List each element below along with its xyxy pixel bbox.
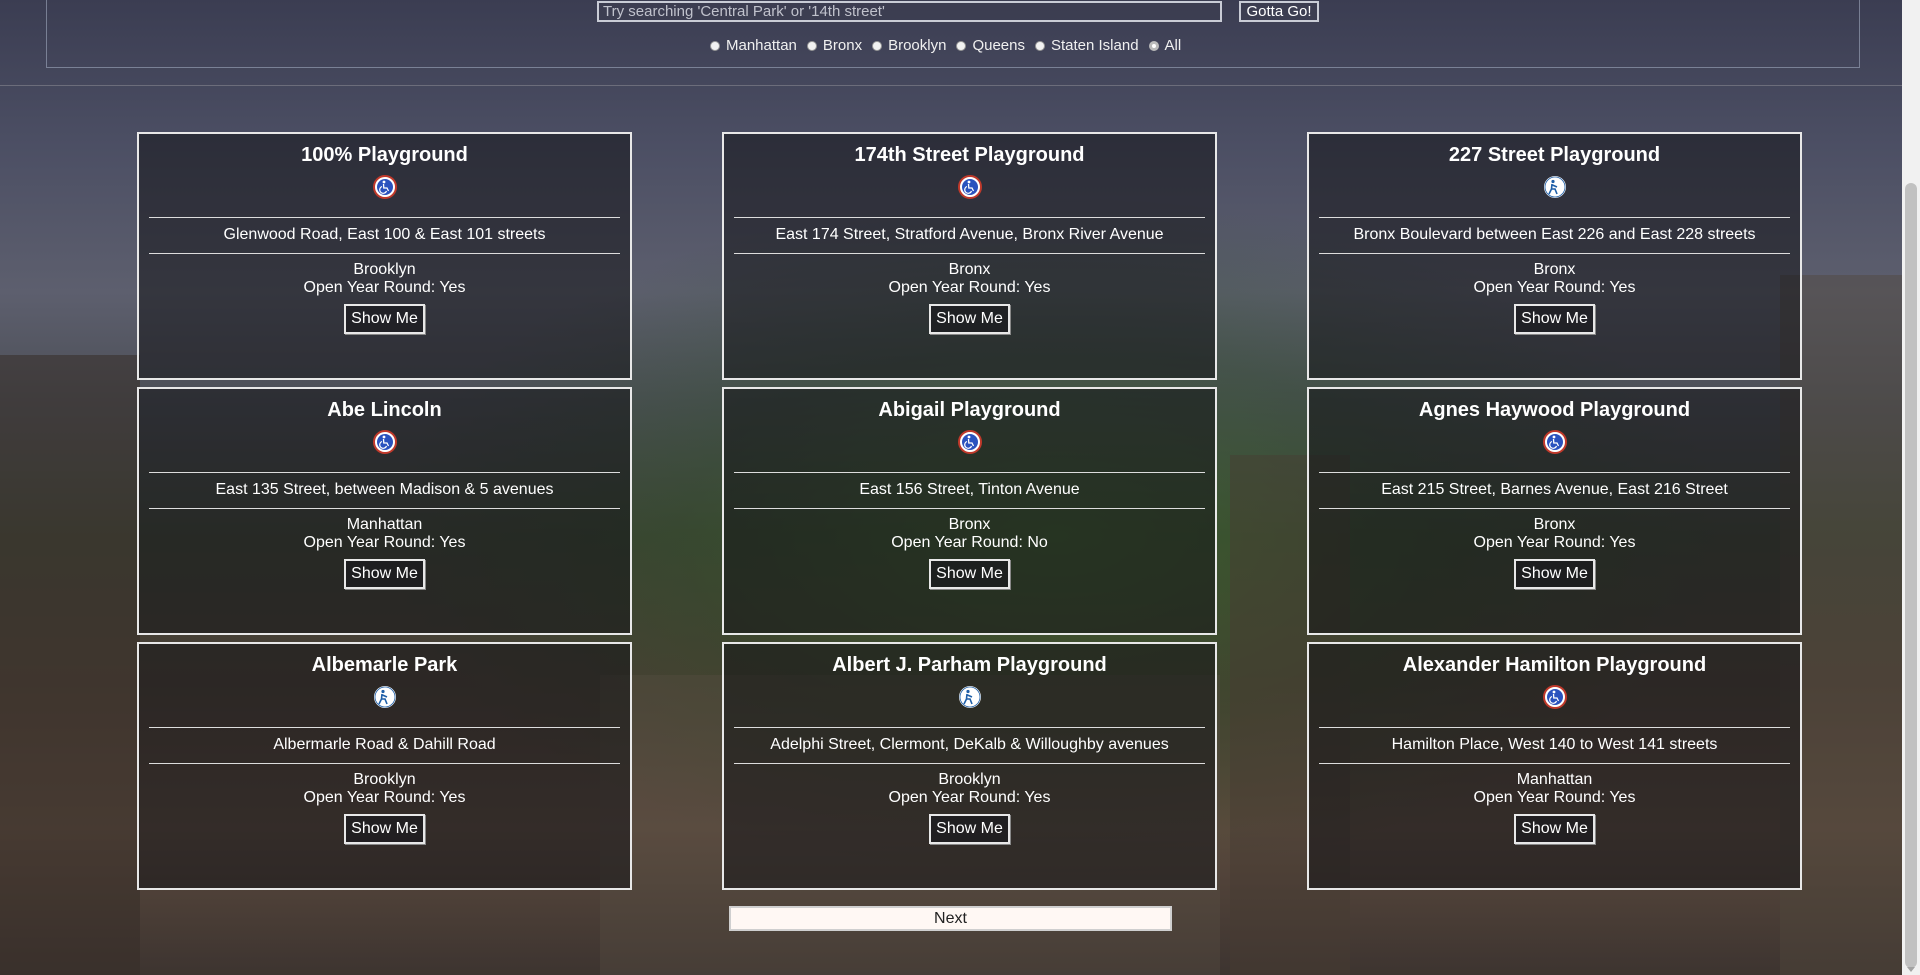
borough-filter: Manhattan Bronx Brooklyn Queens Staten I… bbox=[710, 37, 1191, 54]
playground-borough: Brooklyn bbox=[353, 261, 416, 278]
scroll-down-arrow-icon[interactable] bbox=[1907, 967, 1915, 972]
playground-card: 100% Playground Glenwood Road, East 100 … bbox=[137, 132, 632, 380]
playground-borough: Brooklyn bbox=[938, 771, 1001, 788]
wheelchair-accessible-icon bbox=[372, 175, 397, 199]
playground-address: Albermarle Road & Dahill Road bbox=[273, 736, 496, 753]
playground-name: 174th Street Playground bbox=[854, 144, 1085, 166]
show-me-button[interactable]: Show Me bbox=[344, 559, 425, 589]
playground-borough: Brooklyn bbox=[353, 771, 416, 788]
playground-card: Albert J. Parham Playground Adelphi Stre… bbox=[722, 642, 1217, 890]
open-year-round-status: Open Year Round: No bbox=[891, 534, 1048, 551]
wheelchair-accessible-icon bbox=[372, 430, 397, 454]
search-button[interactable]: Gotta Go! bbox=[1239, 1, 1319, 22]
wheelchair-accessible-icon bbox=[1542, 685, 1567, 709]
card-divider bbox=[149, 763, 620, 764]
open-year-round-status: Open Year Round: Yes bbox=[303, 534, 466, 551]
radio-label: Manhattan bbox=[726, 37, 797, 54]
playground-borough: Bronx bbox=[1533, 261, 1576, 278]
radio-manhattan[interactable]: Manhattan bbox=[710, 37, 797, 54]
card-divider bbox=[734, 508, 1205, 509]
radio-label: Queens bbox=[972, 37, 1025, 54]
playground-borough: Manhattan bbox=[1516, 771, 1593, 788]
playground-address: Glenwood Road, East 100 & East 101 stree… bbox=[223, 226, 546, 243]
ambulatory-accessible-icon bbox=[373, 686, 396, 708]
ambulatory-accessible-icon bbox=[1543, 176, 1566, 198]
open-year-round-status: Open Year Round: Yes bbox=[888, 279, 1051, 296]
show-me-button[interactable]: Show Me bbox=[1514, 559, 1595, 589]
radio-button[interactable] bbox=[1034, 40, 1045, 51]
wheelchair-accessible-icon bbox=[957, 430, 982, 454]
playground-name: Abe Lincoln bbox=[327, 399, 442, 421]
show-me-button[interactable]: Show Me bbox=[929, 814, 1010, 844]
playground-name: 100% Playground bbox=[301, 144, 468, 166]
playground-grid: 100% Playground Glenwood Road, East 100 … bbox=[137, 132, 1802, 890]
playground-borough: Manhattan bbox=[346, 516, 423, 533]
show-me-button[interactable]: Show Me bbox=[1514, 304, 1595, 334]
playground-card: Abigail Playground East 156 Street, Tint… bbox=[722, 387, 1217, 635]
show-me-button[interactable]: Show Me bbox=[344, 304, 425, 334]
card-divider bbox=[149, 253, 620, 254]
card-divider bbox=[734, 253, 1205, 254]
radio-button[interactable] bbox=[710, 40, 720, 51]
radio-button-selected[interactable] bbox=[1148, 40, 1159, 51]
playground-card: 227 Street Playground Bronx Boulevard be… bbox=[1307, 132, 1802, 380]
playground-address: Hamilton Place, West 140 to West 141 str… bbox=[1391, 736, 1718, 753]
open-year-round-status: Open Year Round: Yes bbox=[303, 279, 466, 296]
header-divider bbox=[0, 85, 1902, 86]
show-me-button[interactable]: Show Me bbox=[1514, 814, 1595, 844]
playground-address: Adelphi Street, Clermont, DeKalb & Willo… bbox=[770, 736, 1169, 753]
show-me-button[interactable]: Show Me bbox=[929, 559, 1010, 589]
next-page-button[interactable]: Next bbox=[729, 906, 1172, 931]
show-me-button[interactable]: Show Me bbox=[344, 814, 425, 844]
playground-card: Abe Lincoln East 135 Street, between Mad… bbox=[137, 387, 632, 635]
show-me-button[interactable]: Show Me bbox=[929, 304, 1010, 334]
playground-name: Albemarle Park bbox=[311, 654, 458, 676]
open-year-round-status: Open Year Round: Yes bbox=[1473, 279, 1636, 296]
card-divider bbox=[149, 508, 620, 509]
playground-borough: Bronx bbox=[948, 261, 991, 278]
radio-brooklyn[interactable]: Brooklyn bbox=[872, 37, 946, 54]
playground-borough: Bronx bbox=[1533, 516, 1576, 533]
playground-address: East 156 Street, Tinton Avenue bbox=[859, 481, 1080, 498]
open-year-round-status: Open Year Round: Yes bbox=[1473, 789, 1636, 806]
scrollbar-thumb[interactable] bbox=[1905, 183, 1917, 968]
ambulatory-accessible-icon bbox=[958, 686, 981, 708]
open-year-round-status: Open Year Round: Yes bbox=[303, 789, 466, 806]
card-divider bbox=[734, 763, 1205, 764]
wheelchair-accessible-icon bbox=[1542, 430, 1567, 454]
playground-name: Agnes Haywood Playground bbox=[1418, 399, 1691, 421]
radio-queens[interactable]: Queens bbox=[956, 37, 1025, 54]
playground-name: 227 Street Playground bbox=[1448, 144, 1661, 166]
radio-label: All bbox=[1164, 37, 1182, 54]
radio-staten-island[interactable]: Staten Island bbox=[1034, 37, 1139, 54]
radio-label: Staten Island bbox=[1050, 37, 1139, 54]
playground-address: East 215 Street, Barnes Avenue, East 216… bbox=[1381, 481, 1728, 498]
playground-address: Bronx Boulevard between East 226 and Eas… bbox=[1353, 226, 1756, 243]
playground-borough: Bronx bbox=[948, 516, 991, 533]
radio-button[interactable] bbox=[956, 40, 967, 51]
radio-button[interactable] bbox=[806, 40, 817, 51]
card-divider bbox=[1319, 508, 1790, 509]
playground-name: Abigail Playground bbox=[878, 399, 1061, 421]
card-divider bbox=[1319, 253, 1790, 254]
radio-all[interactable]: All bbox=[1148, 37, 1182, 54]
radio-bronx[interactable]: Bronx bbox=[806, 37, 863, 54]
playground-name: Albert J. Parham Playground bbox=[832, 654, 1107, 676]
card-divider bbox=[1319, 763, 1790, 764]
playground-card: Alexander Hamilton Playground Hamilton P… bbox=[1307, 642, 1802, 890]
playground-address: East 174 Street, Stratford Avenue, Bronx… bbox=[775, 226, 1164, 243]
search-input[interactable] bbox=[597, 1, 1222, 22]
radio-button[interactable] bbox=[872, 40, 883, 51]
playground-card: 174th Street Playground East 174 Street,… bbox=[722, 132, 1217, 380]
playground-address: East 135 Street, between Madison & 5 ave… bbox=[215, 481, 554, 498]
wheelchair-accessible-icon bbox=[957, 175, 982, 199]
radio-label: Brooklyn bbox=[888, 37, 947, 54]
playground-name: Alexander Hamilton Playground bbox=[1402, 654, 1707, 676]
open-year-round-status: Open Year Round: Yes bbox=[1473, 534, 1636, 551]
city-background bbox=[0, 355, 140, 975]
playground-card: Agnes Haywood Playground East 215 Street… bbox=[1307, 387, 1802, 635]
radio-label: Bronx bbox=[822, 37, 863, 54]
open-year-round-status: Open Year Round: Yes bbox=[888, 789, 1051, 806]
playground-card: Albemarle Park Albermarle Road & Dahill … bbox=[137, 642, 632, 890]
